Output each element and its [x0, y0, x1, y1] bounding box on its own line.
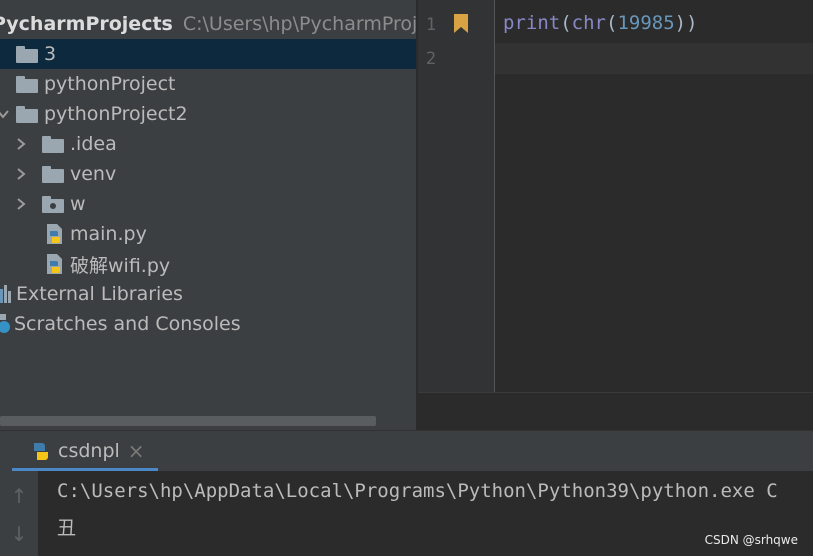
python-file-icon	[47, 254, 62, 274]
tree-item-w[interactable]: w	[0, 189, 416, 219]
chevron-down-icon[interactable]	[0, 107, 10, 121]
bookmark-icon[interactable]	[454, 14, 468, 33]
tree-item-pythonproject[interactable]: pythonProject	[0, 69, 416, 99]
tree-item-label: .idea	[70, 133, 117, 155]
editor-bottom-area	[418, 392, 813, 431]
folder-icon	[16, 75, 38, 93]
scroll-down-icon[interactable]: ↓	[8, 523, 30, 545]
run-tab-bar: csdnpl ×	[0, 431, 813, 471]
tree-item-label: pythonProject2	[44, 103, 188, 125]
run-tab-label: csdnpl	[58, 440, 120, 462]
folder-icon	[42, 135, 64, 153]
python-icon	[34, 443, 48, 460]
current-line-highlight	[495, 43, 813, 74]
code-token-number: 19985	[617, 12, 675, 34]
tree-item-wifi-py[interactable]: 破解wifi.py	[0, 249, 416, 279]
tree-item-label: pythonProject	[44, 73, 176, 95]
tree-item-label: w	[70, 193, 86, 215]
project-root-path: C:\Users\hp\PycharmProj	[182, 13, 416, 35]
tree-item-label: External Libraries	[16, 283, 183, 305]
project-tree-pane: PycharmProjects C:\Users\hp\PycharmProj …	[0, 0, 416, 430]
console-line-command: C:\Users\hp\AppData\Local\Programs\Pytho…	[57, 480, 778, 502]
code-token-paren: ))	[674, 12, 698, 34]
tree-item-label: 破解wifi.py	[70, 254, 171, 277]
package-folder-icon	[42, 195, 64, 213]
tree-item-label: venv	[70, 163, 117, 185]
tree-item-idea[interactable]: .idea	[0, 129, 416, 159]
tree-item-label: 3	[44, 43, 57, 65]
run-toolbar: ↑ ↓	[0, 471, 38, 556]
code-editor[interactable]: 1 2 print(chr(19985))	[418, 0, 813, 431]
line-number: 2	[425, 49, 437, 69]
code-token-print: print	[503, 12, 561, 34]
line-number: 1	[425, 15, 437, 35]
console-output[interactable]: C:\Users\hp\AppData\Local\Programs\Pytho…	[38, 471, 813, 556]
close-icon[interactable]: ×	[128, 439, 145, 463]
tree-item-external-libraries[interactable]: External Libraries	[0, 279, 416, 309]
tree-item-label: Scratches and Consoles	[14, 313, 241, 335]
code-line-1[interactable]: print(chr(19985))	[503, 12, 698, 34]
project-root-name: PycharmProjects	[0, 13, 173, 35]
horizontal-scrollbar[interactable]	[0, 416, 376, 426]
chevron-right-icon[interactable]	[14, 137, 28, 151]
tree-item-3[interactable]: 3	[0, 39, 416, 69]
scratches-icon	[0, 314, 10, 333]
tree-item-venv[interactable]: venv	[0, 159, 416, 189]
watermark: CSDN @srhqwe	[704, 533, 798, 547]
editor-gutter: 1 2	[418, 0, 494, 392]
python-file-icon	[47, 224, 62, 244]
library-icon	[0, 285, 11, 303]
tree-item-label: main.py	[70, 223, 147, 245]
code-token-paren: (	[560, 12, 572, 34]
tree-item-main-py[interactable]: main.py	[0, 219, 416, 249]
tree-item-pythonproject2[interactable]: pythonProject2	[0, 99, 416, 129]
code-token-chr: chr	[571, 12, 606, 34]
console-line-output: 丑	[57, 517, 77, 539]
chevron-right-icon[interactable]	[14, 197, 28, 211]
tree-item-scratches[interactable]: Scratches and Consoles	[0, 309, 416, 339]
project-root-row[interactable]: PycharmProjects C:\Users\hp\PycharmProj	[0, 9, 416, 39]
folder-icon	[42, 165, 64, 183]
run-tool-window: csdnpl × ↑ ↓ C:\Users\hp\AppData\Local\P…	[0, 430, 813, 556]
folder-icon	[16, 105, 38, 123]
scroll-up-icon[interactable]: ↑	[8, 485, 30, 507]
folder-icon	[16, 45, 38, 63]
chevron-right-icon[interactable]	[14, 167, 28, 181]
code-token-paren: (	[605, 12, 618, 34]
run-tab-csdnpl[interactable]: csdnpl ×	[10, 431, 158, 471]
